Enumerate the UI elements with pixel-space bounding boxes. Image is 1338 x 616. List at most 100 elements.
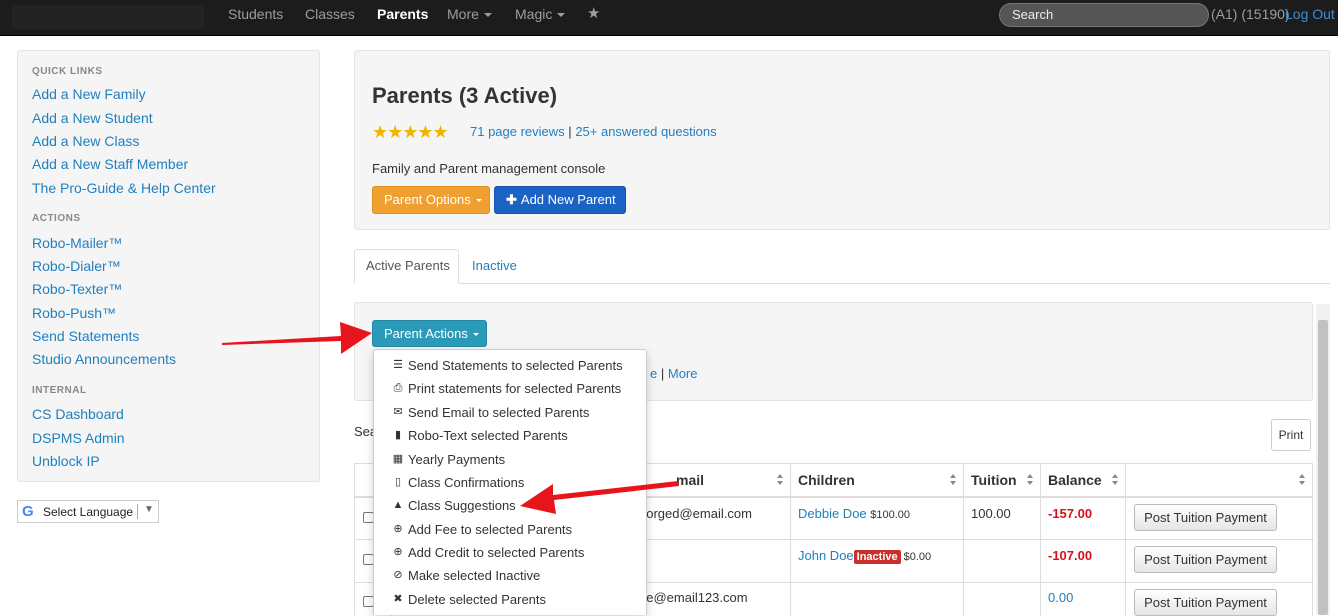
children-header-label: Children bbox=[798, 472, 855, 488]
nav-parents[interactable]: Parents bbox=[377, 0, 428, 36]
menu-send-email[interactable]: ✉ Send Email to selected Parents bbox=[374, 401, 646, 424]
menu-label: Class Confirmations bbox=[408, 475, 525, 490]
quick-links-heading: QUICK LINKS bbox=[32, 66, 103, 77]
tabs-divider bbox=[354, 283, 1330, 284]
calendar-icon: ▦ bbox=[392, 453, 404, 465]
chevron-down-icon bbox=[472, 333, 479, 337]
plus-icon: ✚ bbox=[506, 192, 517, 207]
child-link[interactable]: Debbie Doe bbox=[798, 506, 867, 521]
row-email: ne@email123.com bbox=[639, 590, 748, 605]
post-tuition-payment-button[interactable]: Post Tuition Payment bbox=[1134, 589, 1277, 616]
child-link[interactable]: John Doe bbox=[798, 548, 854, 563]
reviews-link[interactable]: 71 page reviews bbox=[470, 124, 565, 139]
nav-magic[interactable]: Magic bbox=[515, 0, 566, 36]
menu-label: Yearly Payments bbox=[408, 452, 506, 467]
nav-classes[interactable]: Classes bbox=[305, 0, 355, 36]
menu-add-fee[interactable]: ⊕ Add Fee to selected Parents bbox=[374, 518, 646, 541]
parent-actions-button[interactable]: Parent Actions bbox=[372, 320, 487, 347]
menu-label: Add Fee to selected Parents bbox=[408, 522, 573, 537]
menu-send-statements[interactable]: ☰ Send Statements to selected Parents bbox=[374, 354, 646, 377]
sidebar: QUICK LINKS Add a New Family Add a New S… bbox=[17, 50, 320, 482]
sidebar-robo-texter[interactable]: Robo-Texter™ bbox=[32, 281, 122, 297]
tuition-column-header[interactable]: Tuition bbox=[964, 464, 1041, 498]
menu-class-confirmations[interactable]: ▯ Class Confirmations bbox=[374, 471, 646, 494]
brand-logo[interactable] bbox=[12, 5, 204, 29]
column-divider bbox=[1040, 464, 1041, 616]
menu-make-inactive[interactable]: ⊘ Make selected Inactive bbox=[374, 564, 646, 587]
parent-options-button[interactable]: Parent Options bbox=[372, 186, 490, 214]
sidebar-pro-guide[interactable]: The Pro-Guide & Help Center bbox=[32, 180, 216, 196]
signal-icon: ▮ bbox=[394, 429, 402, 441]
menu-delete-parents[interactable]: ✖ Delete selected Parents bbox=[374, 588, 646, 611]
language-select[interactable]: G Select Language ▼ bbox=[17, 500, 159, 523]
list-icon: ☰ bbox=[393, 359, 403, 371]
sidebar-add-student[interactable]: Add a New Student bbox=[32, 110, 153, 126]
sidebar-send-statements[interactable]: Send Statements bbox=[32, 328, 139, 344]
balance-header-label: Balance bbox=[1048, 472, 1102, 488]
star-icon[interactable]: ★ bbox=[587, 0, 600, 28]
plus-circle-icon: ⊕ bbox=[393, 523, 403, 535]
sidebar-robo-mailer[interactable]: Robo-Mailer™ bbox=[32, 235, 122, 251]
ban-icon: ⊘ bbox=[393, 569, 403, 581]
row-tuition: 100.00 bbox=[971, 506, 1011, 521]
separator: | bbox=[568, 124, 572, 139]
menu-robo-text[interactable]: ▮ Robo-Text selected Parents bbox=[374, 424, 646, 447]
tab-inactive[interactable]: Inactive bbox=[472, 258, 517, 273]
parent-options-label: Parent Options bbox=[384, 192, 471, 207]
more-link[interactable]: More bbox=[668, 366, 698, 381]
sidebar-add-class[interactable]: Add a New Class bbox=[32, 133, 139, 149]
sidebar-dspms-admin[interactable]: DSPMS Admin bbox=[32, 430, 125, 446]
print-button[interactable]: Print bbox=[1271, 419, 1311, 451]
action-column-header[interactable] bbox=[1126, 464, 1313, 498]
partial-link[interactable]: e bbox=[650, 366, 657, 381]
user-id: (A1) (15190) bbox=[1211, 6, 1290, 22]
sidebar-robo-dialer[interactable]: Robo-Dialer™ bbox=[32, 258, 121, 274]
menu-label: Robo-Text selected Parents bbox=[408, 428, 568, 443]
child-amount: $0.00 bbox=[903, 551, 932, 563]
menu-label: Class Suggestions bbox=[408, 498, 516, 513]
nav-students[interactable]: Students bbox=[228, 0, 283, 36]
add-new-parent-label: Add New Parent bbox=[520, 192, 616, 207]
actions-links: e | More bbox=[650, 366, 698, 381]
rating-stars-icon: ★★★★★ bbox=[372, 122, 449, 142]
sidebar-add-staff[interactable]: Add a New Staff Member bbox=[32, 156, 188, 172]
sidebar-unblock-ip[interactable]: Unblock IP bbox=[32, 453, 100, 469]
children-column-header[interactable]: Children bbox=[791, 464, 964, 498]
page-subtitle: Family and Parent management console bbox=[372, 161, 606, 176]
logout-link[interactable]: Log Out bbox=[1285, 0, 1335, 28]
top-navbar: Students Classes Parents More Magic ★ Se… bbox=[0, 0, 1338, 36]
google-icon: G bbox=[22, 503, 34, 520]
nav-more[interactable]: More bbox=[447, 0, 492, 36]
row-email: eorged@email.com bbox=[639, 506, 752, 521]
scrollbar-thumb[interactable] bbox=[1318, 320, 1328, 615]
sidebar-studio-announcements[interactable]: Studio Announcements bbox=[32, 351, 176, 367]
sidebar-robo-push[interactable]: Robo-Push™ bbox=[32, 305, 116, 321]
plus-circle-icon: ⊕ bbox=[393, 546, 403, 558]
road-icon: ▲ bbox=[392, 499, 404, 511]
row-balance: -107.00 bbox=[1048, 548, 1093, 563]
add-new-parent-button[interactable]: ✚ Add New Parent bbox=[494, 186, 626, 214]
post-tuition-payment-button[interactable]: Post Tuition Payment bbox=[1134, 504, 1277, 531]
page-title: Parents (3 Active) bbox=[372, 83, 558, 108]
menu-yearly-payments[interactable]: ▦ Yearly Payments bbox=[374, 448, 646, 471]
row-children: Debbie Doe $100.00 bbox=[798, 506, 910, 521]
menu-add-credit[interactable]: ⊕ Add Credit to selected Parents bbox=[374, 541, 646, 564]
tab-active-parents[interactable]: Active Parents bbox=[354, 249, 459, 284]
balance-column-header[interactable]: Balance bbox=[1041, 464, 1126, 498]
questions-link[interactable]: 25+ answered questions bbox=[575, 124, 716, 139]
post-tuition-payment-button[interactable]: Post Tuition Payment bbox=[1134, 546, 1277, 573]
tuition-header-label: Tuition bbox=[971, 472, 1017, 488]
page-header-panel: Parents (3 Active) ★★★★★ 71 page reviews… bbox=[354, 50, 1330, 230]
inactive-badge: Inactive bbox=[853, 550, 901, 564]
menu-label: Send Statements to selected Parents bbox=[408, 358, 623, 373]
menu-print-statements[interactable]: ⎙ Print statements for selected Parents bbox=[374, 377, 646, 400]
menu-class-suggestions[interactable]: ▲ Class Suggestions bbox=[374, 494, 646, 517]
sidebar-cs-dashboard[interactable]: CS Dashboard bbox=[32, 406, 124, 422]
menu-label: Add Credit to selected Parents bbox=[408, 545, 585, 560]
menu-label: Print statements for selected Parents bbox=[408, 381, 622, 396]
search-input[interactable]: Search bbox=[999, 3, 1209, 27]
column-divider bbox=[790, 464, 791, 616]
child-amount: $100.00 bbox=[870, 509, 911, 521]
nav-more-label: More bbox=[447, 6, 479, 22]
sidebar-add-family[interactable]: Add a New Family bbox=[32, 86, 146, 102]
